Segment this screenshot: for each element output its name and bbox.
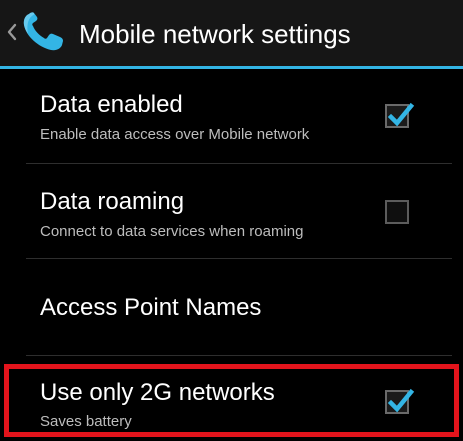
screen-title: Mobile network settings xyxy=(79,19,351,49)
preference-summary: Enable data access over Mobile network xyxy=(40,126,310,143)
preference-data-roaming[interactable]: Data roaming Connect to data services wh… xyxy=(0,164,463,258)
preference-access-point-names[interactable]: Access Point Names xyxy=(0,259,463,355)
chevron-left-icon xyxy=(7,23,17,41)
preference-title: Access Point Names xyxy=(40,294,262,321)
data-roaming-checkbox[interactable] xyxy=(385,200,409,224)
checkmark-icon xyxy=(387,102,415,127)
settings-screen: Mobile network settings Data enabled Ena… xyxy=(0,0,463,441)
checkmark-icon xyxy=(387,388,415,413)
phone-icon xyxy=(23,12,63,51)
preference-title: Data enabled xyxy=(40,91,183,118)
use-only-2g-checkbox[interactable] xyxy=(385,388,415,414)
preference-use-only-2g[interactable]: Use only 2G networks Saves battery xyxy=(0,369,463,441)
preference-summary: Connect to data services when roaming xyxy=(40,223,304,240)
up-navigation-button[interactable] xyxy=(0,0,76,66)
list-divider xyxy=(26,355,452,356)
data-enabled-checkbox[interactable] xyxy=(385,102,415,128)
preference-title: Data roaming xyxy=(40,188,185,215)
preference-data-enabled[interactable]: Data enabled Enable data access over Mob… xyxy=(0,69,463,163)
action-bar: Mobile network settings xyxy=(0,0,463,66)
preference-summary: Saves battery xyxy=(40,413,132,430)
preference-title: Use only 2G networks xyxy=(40,379,275,406)
preference-list: Data enabled Enable data access over Mob… xyxy=(0,69,463,441)
